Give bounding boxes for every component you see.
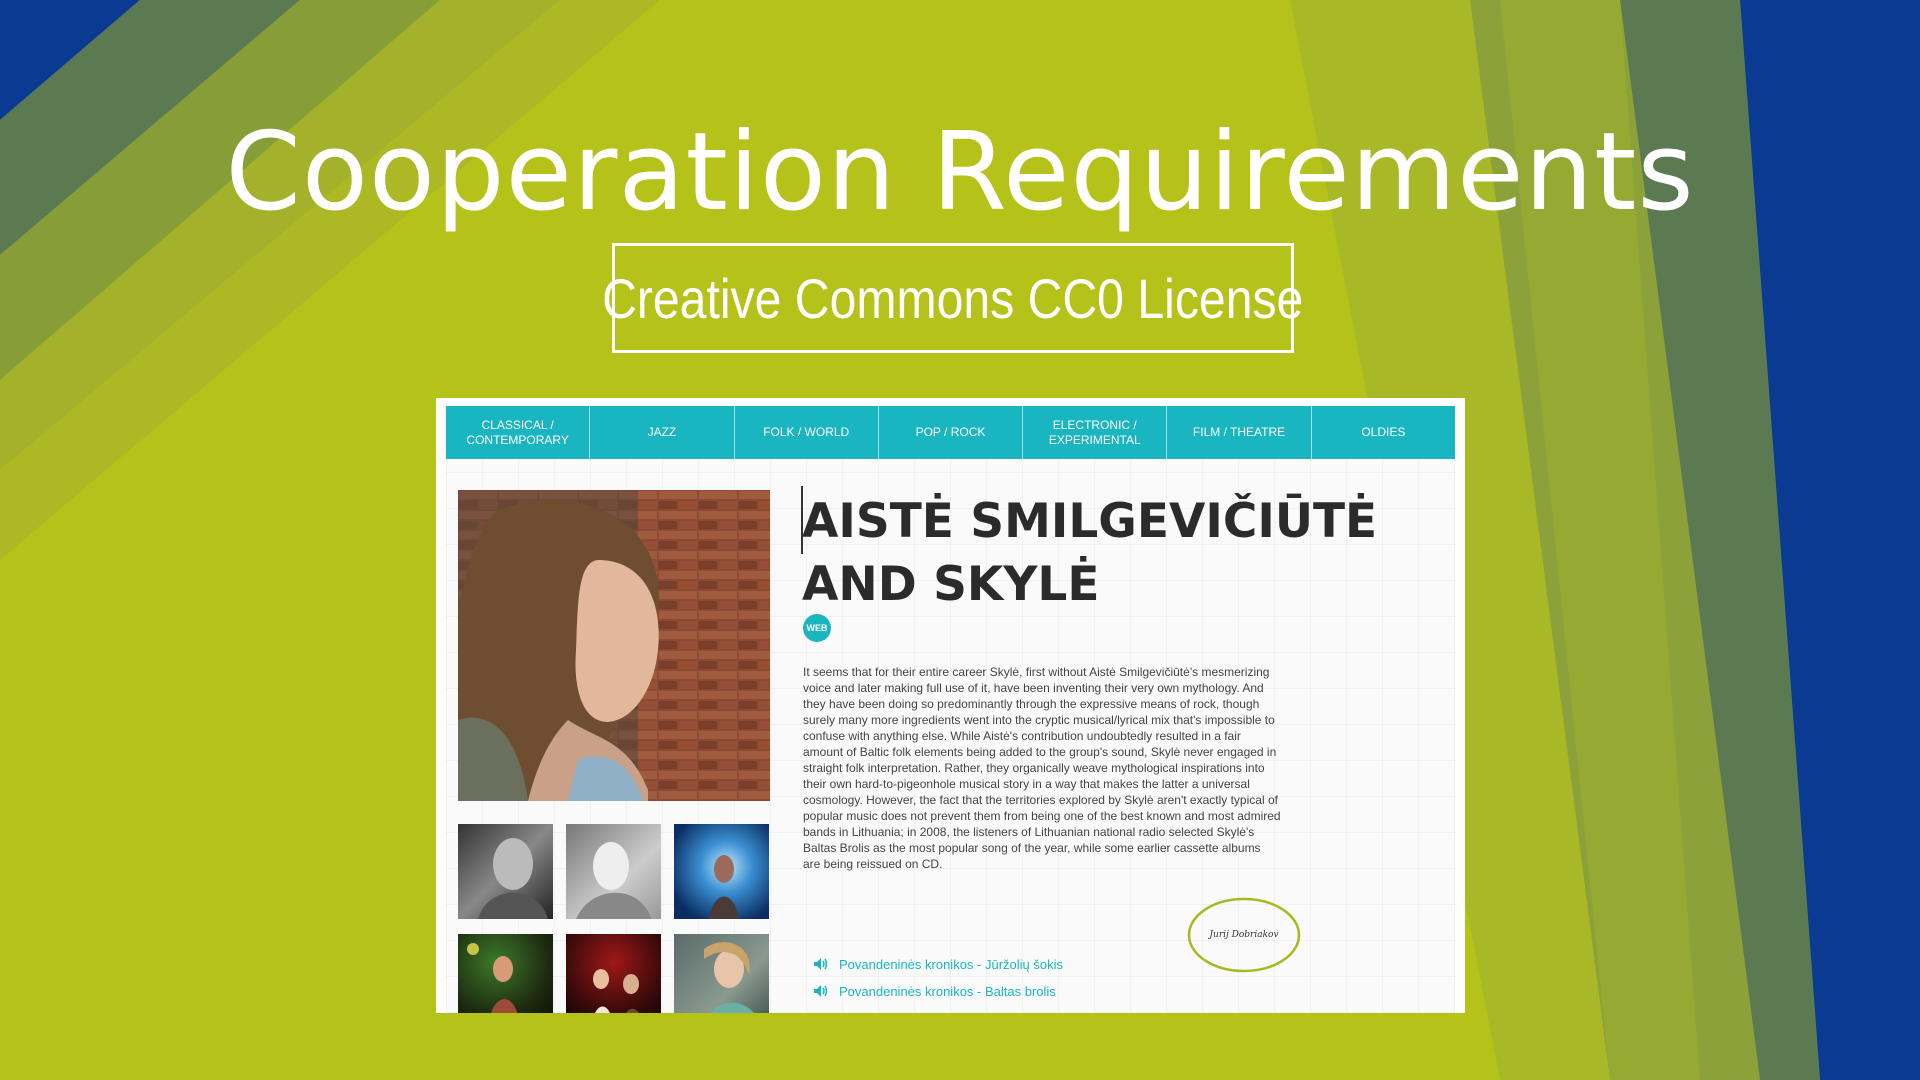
- track-2[interactable]: Povandeninės kronikos - Baltas brolis: [813, 982, 1056, 1000]
- thumbnail-4[interactable]: [458, 934, 553, 1013]
- web-badge[interactable]: WEB: [803, 614, 831, 642]
- track-title[interactable]: Povandeninės kronikos - Jūržolių šokis: [839, 957, 1063, 972]
- track-1[interactable]: Povandeninės kronikos - Jūržolių šokis: [813, 955, 1063, 973]
- nav-item-oldies[interactable]: OLDIES: [1312, 406, 1455, 459]
- signature: Jurij Dobriakov: [1184, 894, 1304, 976]
- speaker-icon[interactable]: [813, 984, 829, 998]
- artist-bio: It seems that for their entire career Sk…: [803, 665, 1281, 871]
- thumbnail-2[interactable]: [566, 824, 661, 919]
- website-page: CLASSICAL / CONTEMPORARY JAZZ FOLK / WOR…: [446, 406, 1455, 1013]
- nav-item-electronic[interactable]: ELECTRONIC / EXPERIMENTAL: [1023, 406, 1168, 459]
- signature-text: Jurij Dobriakov: [1209, 930, 1279, 940]
- thumbnail-6[interactable]: [674, 934, 769, 1013]
- artist-photo[interactable]: [458, 490, 770, 801]
- thumbnail-5[interactable]: [566, 934, 661, 1013]
- slide-title: Cooperation Requirements: [225, 110, 1695, 235]
- nav-item-film-theatre[interactable]: FILM / THEATRE: [1167, 406, 1312, 459]
- nav-item-pop-rock[interactable]: POP / ROCK: [879, 406, 1024, 459]
- nav-item-jazz[interactable]: JAZZ: [590, 406, 735, 459]
- track-title[interactable]: Povandeninės kronikos - Baltas brolis: [839, 984, 1056, 999]
- artist-title: AISTĖ SMILGEVIČIŪTĖ AND SKYLĖ: [802, 494, 1378, 612]
- speaker-icon[interactable]: [813, 957, 829, 971]
- license-subtitle-box: Creative Commons CC0 License: [602, 243, 1304, 353]
- thumbnail-1[interactable]: [458, 824, 553, 919]
- nav-item-classical[interactable]: CLASSICAL / CONTEMPORARY: [446, 406, 591, 459]
- genre-nav: CLASSICAL / CONTEMPORARY JAZZ FOLK / WOR…: [446, 406, 1455, 459]
- nav-item-folk-world[interactable]: FOLK / WORLD: [735, 406, 879, 459]
- thumbnail-3[interactable]: [674, 824, 769, 919]
- website-screenshot: CLASSICAL / CONTEMPORARY JAZZ FOLK / WOR…: [436, 398, 1465, 1013]
- license-subtitle: Creative Commons CC0 License: [602, 266, 1304, 330]
